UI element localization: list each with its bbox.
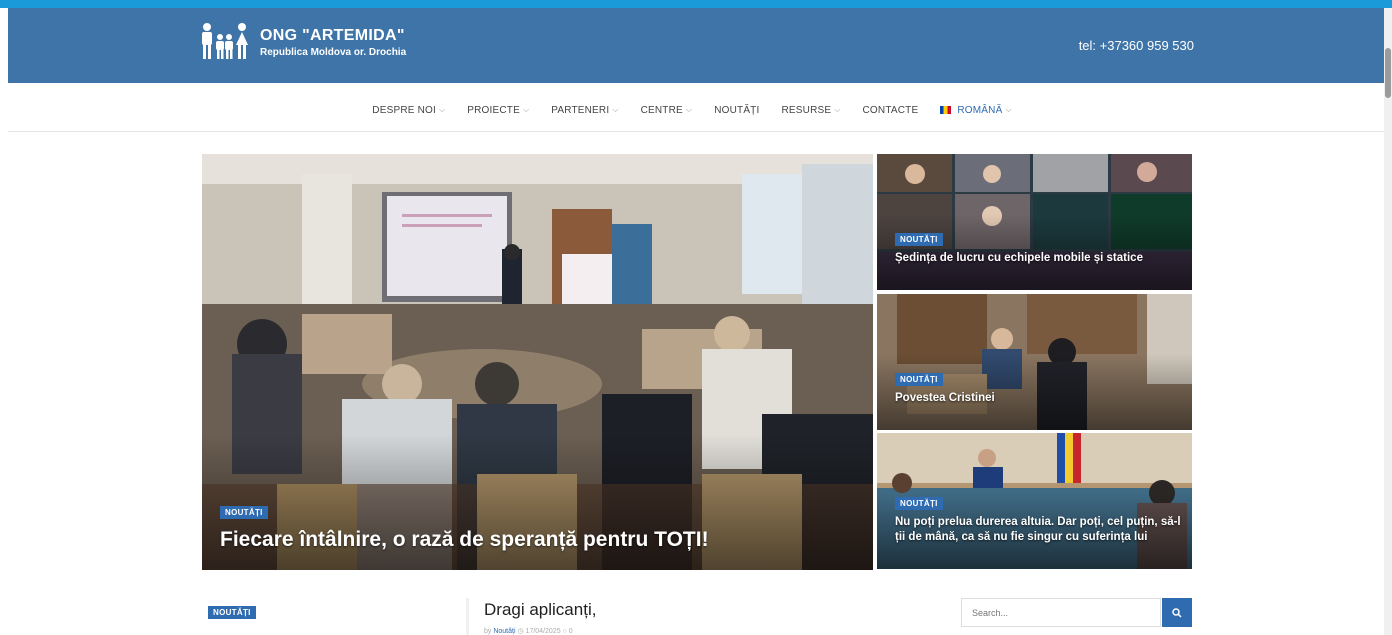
featured-side-title[interactable]: Ședința de lucru cu echipele mobile și s… — [895, 251, 1185, 266]
category-badge[interactable]: NOUTĂȚI — [895, 497, 943, 510]
nav-label: PARTENERI — [551, 104, 610, 116]
nav-item-resurse[interactable]: RESURSE ⌵ — [781, 105, 840, 116]
featured-side-caption: NOUTĂȚI Ședința de lucru cu echipele mob… — [895, 229, 1185, 266]
featured-side-title[interactable]: Povestea Cristinei — [895, 391, 1185, 406]
featured-side-image — [877, 294, 1192, 430]
chevron-down-icon: ⌵ — [522, 105, 530, 114]
featured-side-post[interactable]: NOUTĂȚI Povestea Cristinei — [877, 294, 1192, 430]
nav-item-contacte[interactable]: CONTACTE — [863, 105, 919, 116]
site-logo[interactable]: ONG "ARTEMIDA" Republica Moldova or. Dro… — [198, 22, 406, 62]
post-author[interactable]: Noutăți — [493, 628, 515, 635]
chevron-down-icon: ⌵ — [612, 105, 619, 114]
featured-side-title[interactable]: Nu poți prelua durerea altuia. Dar poți,… — [895, 515, 1185, 545]
category-badge[interactable]: NOUTĂȚI — [208, 606, 256, 619]
featured-side-post[interactable]: NOUTĂȚI Ședința de lucru cu echipele mob… — [877, 154, 1192, 290]
featured-main-title[interactable]: Fiecare întâlnire, o rază de speranță pe… — [220, 528, 709, 552]
page-scrollbar[interactable] — [1384, 8, 1392, 635]
post-divider — [466, 598, 469, 635]
featured-main-post[interactable]: NOUTĂȚI Fiecare întâlnire, o rază de spe… — [202, 154, 873, 570]
post-date: 17/04/2025 — [525, 628, 561, 635]
meta-by: by — [484, 628, 494, 635]
search-icon — [1172, 607, 1182, 618]
category-badge[interactable]: NOUTĂȚI — [895, 233, 943, 246]
post-meta: by Noutăți ◷ 17/04/2025 ○ 0 — [484, 627, 573, 635]
header-phone[interactable]: tel: +37360 959 530 — [1079, 38, 1194, 53]
nav-item-noutati[interactable]: NOUTĂȚI — [714, 105, 759, 116]
logo-text: ONG "ARTEMIDA" Republica Moldova or. Dro… — [260, 27, 406, 58]
featured-side-post[interactable]: NOUTĂȚI Nu poți prelua durerea altuia. D… — [877, 433, 1192, 569]
featured-side-caption: NOUTĂȚI Nu poți prelua durerea altuia. D… — [895, 493, 1185, 545]
top-accent-bar — [0, 0, 1392, 8]
logo-subtitle: Republica Moldova or. Drochia — [260, 46, 407, 58]
clock-icon: ◷ — [517, 628, 524, 635]
nav-label: PROIECTE — [467, 104, 520, 116]
search-button[interactable] — [1162, 598, 1192, 627]
main-nav: DESPRE NOI ⌵ PROIECTE ⌵ PARTENERI ⌵ CENTRE ⌵… — [0, 92, 1384, 128]
nav-item-proiecte[interactable]: PROIECTE ⌵ — [467, 105, 529, 116]
post-title[interactable]: Dragi aplicanți, — [484, 600, 596, 620]
chevron-down-icon: ⌵ — [438, 105, 446, 114]
nav-label: RESURSE — [781, 104, 832, 116]
nav-label: CENTRE — [640, 104, 683, 116]
family-logo-icon — [202, 23, 248, 59]
category-badge[interactable]: NOUTĂȚI — [220, 506, 268, 519]
featured-main-caption: NOUTĂȚI Fiecare întâlnire, o rază de spe… — [220, 502, 709, 552]
logo-title: ONG "ARTEMIDA" — [260, 26, 405, 44]
moldova-flag-icon — [940, 106, 952, 114]
nav-label: DESPRE NOI — [372, 104, 436, 116]
nav-item-centre[interactable]: CENTRE ⌵ — [641, 105, 693, 116]
chevron-down-icon: ⌵ — [834, 105, 841, 114]
nav-item-parteneri[interactable]: PARTENERI ⌵ — [551, 105, 618, 116]
chevron-down-icon: ⌵ — [685, 105, 693, 114]
featured-side-image — [877, 154, 1192, 290]
search-input[interactable] — [961, 598, 1161, 627]
featured-side-caption: NOUTĂȚI Povestea Cristinei — [895, 369, 1185, 406]
nav-item-despre-noi[interactable]: DESPRE NOI ⌵ — [372, 105, 445, 116]
category-badge[interactable]: NOUTĂȚI — [895, 373, 943, 386]
comment-icon: ○ 0 — [562, 628, 573, 635]
scrollbar-thumb[interactable] — [1385, 48, 1391, 98]
site-header: ONG "ARTEMIDA" Republica Moldova or. Dro… — [8, 8, 1384, 83]
nav-divider — [8, 131, 1384, 132]
language-switcher[interactable]: ROMÂNĂ ⌵ — [940, 104, 1012, 116]
chevron-down-icon: ⌵ — [1005, 105, 1012, 114]
nav-label: CONTACTE — [862, 104, 919, 116]
language-label: ROMÂNĂ — [957, 104, 1003, 116]
nav-label: NOUTĂȚI — [714, 104, 760, 116]
